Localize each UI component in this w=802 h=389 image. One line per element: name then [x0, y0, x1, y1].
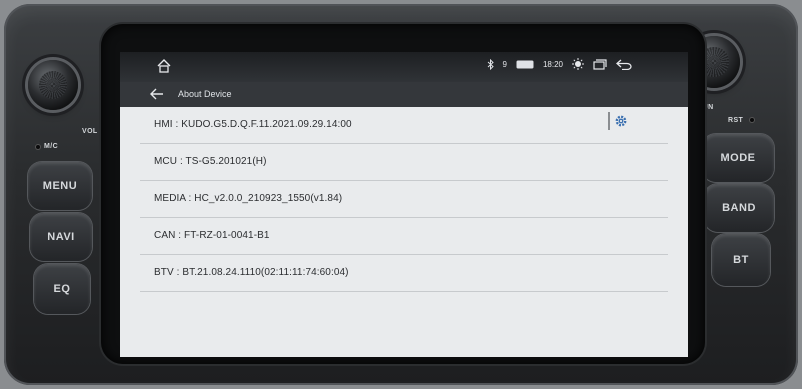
wifi-icon [516, 60, 534, 68]
list-item-media[interactable]: MEDIA : HC_v2.0.0_210923_1550(v1.84) [140, 181, 668, 218]
list-item-mcu[interactable]: MCU : TS-G5.201021(H) [140, 144, 668, 181]
list-item-can[interactable]: CAN : FT-RZ-01-0041-B1 [140, 218, 668, 255]
can-value: CAN : FT-RZ-01-0041-B1 [154, 230, 270, 241]
mic-hole [36, 145, 40, 149]
band-button[interactable]: BAND [704, 184, 774, 232]
home-icon[interactable] [156, 58, 172, 74]
list-item-hmi[interactable]: HMI : KUDO.G5.D.Q.F.11.2021.09.29.14:00 [140, 107, 668, 144]
vol-label: VOL [82, 128, 98, 135]
eq-button[interactable]: EQ [34, 264, 90, 314]
list-item-btv[interactable]: BTV : BT.21.08.24.1110(02:11:11:74:60:04… [140, 255, 668, 292]
menu-button[interactable]: MENU [28, 162, 92, 210]
app-bar: About Device [120, 82, 688, 107]
touch-screen: 9 18:20 About Device HMI: KUDO.G5.D.Q.F… [120, 52, 688, 357]
back-arrow-icon[interactable] [150, 88, 164, 100]
device-info-list: HMI : KUDO.G5.D.Q.F.11.2021.09.29.14:00 … [120, 107, 688, 292]
mcu-value: MCU : TS-G5.201021(H) [154, 156, 267, 167]
page-title: About Device [178, 89, 232, 99]
rst-label: RST [728, 117, 744, 124]
window-icon[interactable] [593, 58, 607, 70]
btv-value: BTV : BT.21.08.24.1110(02:11:11:74:60:04… [154, 267, 349, 278]
hmi-value: HMI : KUDO.G5.D.Q.F.11.2021.09.29.14:00 [154, 119, 352, 130]
status-icons: 9 18:20 [487, 58, 632, 70]
mode-button[interactable]: MODE [702, 134, 774, 182]
volume-knob[interactable] [28, 60, 78, 110]
reset-hole[interactable] [750, 118, 754, 122]
signal-value: 9 [502, 59, 507, 69]
mic-label: M/C [44, 143, 59, 150]
bluetooth-icon [487, 58, 494, 70]
navi-button[interactable]: NAVI [30, 213, 92, 261]
clock: 18:20 [542, 59, 563, 69]
bt-button[interactable]: BT [712, 234, 770, 286]
media-value: MEDIA : HC_v2.0.0_210923_1550(v1.84) [154, 193, 343, 204]
return-icon[interactable] [616, 59, 632, 70]
brightness-icon[interactable] [572, 58, 584, 70]
status-bar: 9 18:20 [120, 52, 688, 82]
